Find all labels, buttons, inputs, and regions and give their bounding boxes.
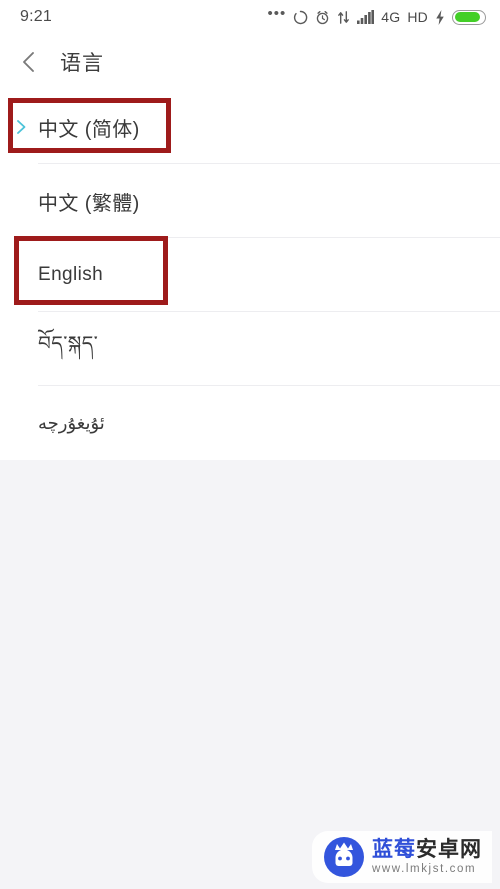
watermark-name-part2: 安卓网 [416, 837, 482, 861]
hd-voice-label: HD [407, 9, 428, 25]
list-item-tibetan[interactable]: བོད་སྐད་ [0, 312, 500, 386]
sync-circle-icon [293, 10, 308, 25]
watermark-site-name: 蓝莓安卓网 [372, 839, 482, 860]
watermark-url: www.lmkjst.com [372, 862, 477, 875]
status-clock: 9:21 [20, 8, 52, 25]
language-label: བོད་སྐད་ [38, 333, 99, 355]
watermark: 蓝莓安卓网 www.lmkjst.com [312, 831, 492, 883]
selected-chevron-icon [16, 119, 28, 135]
list-item-uyghur[interactable]: ئۇيغۇرچە [0, 386, 500, 460]
list-item-chinese-simplified[interactable]: 中文 (简体) [0, 90, 500, 164]
language-label: ئۇيغۇرچە [38, 412, 105, 433]
language-label: 中文 (简体) [38, 118, 140, 141]
battery-icon [452, 9, 486, 25]
more-dots-icon: ••• [267, 5, 287, 22]
language-label: 中文 (繁體) [38, 192, 140, 215]
alarm-clock-icon [315, 10, 330, 25]
page-title: 语言 [60, 52, 104, 75]
data-transfer-icon [337, 10, 350, 25]
status-bar: 9:21 ••• 4G HD [0, 0, 500, 34]
signal-bars-icon [357, 10, 375, 24]
watermark-name-part1: 蓝莓 [372, 837, 416, 861]
language-label: English [38, 264, 104, 285]
language-list: 中文 (简体) 中文 (繁體) English བོད་སྐད་ ئۇيغۇرچ… [0, 90, 500, 460]
watermark-text: 蓝莓安卓网 www.lmkjst.com [372, 839, 482, 876]
status-icon-tray: ••• 4G HD [267, 5, 486, 25]
app-bar: 语言 [0, 34, 500, 90]
back-chevron-icon[interactable] [16, 49, 42, 75]
list-item-chinese-traditional[interactable]: 中文 (繁體) [0, 164, 500, 238]
blueberry-android-logo-icon [324, 837, 364, 877]
list-item-english[interactable]: English [0, 238, 500, 312]
lightning-bolt-icon [435, 9, 445, 25]
network-type-label: 4G [381, 9, 401, 25]
